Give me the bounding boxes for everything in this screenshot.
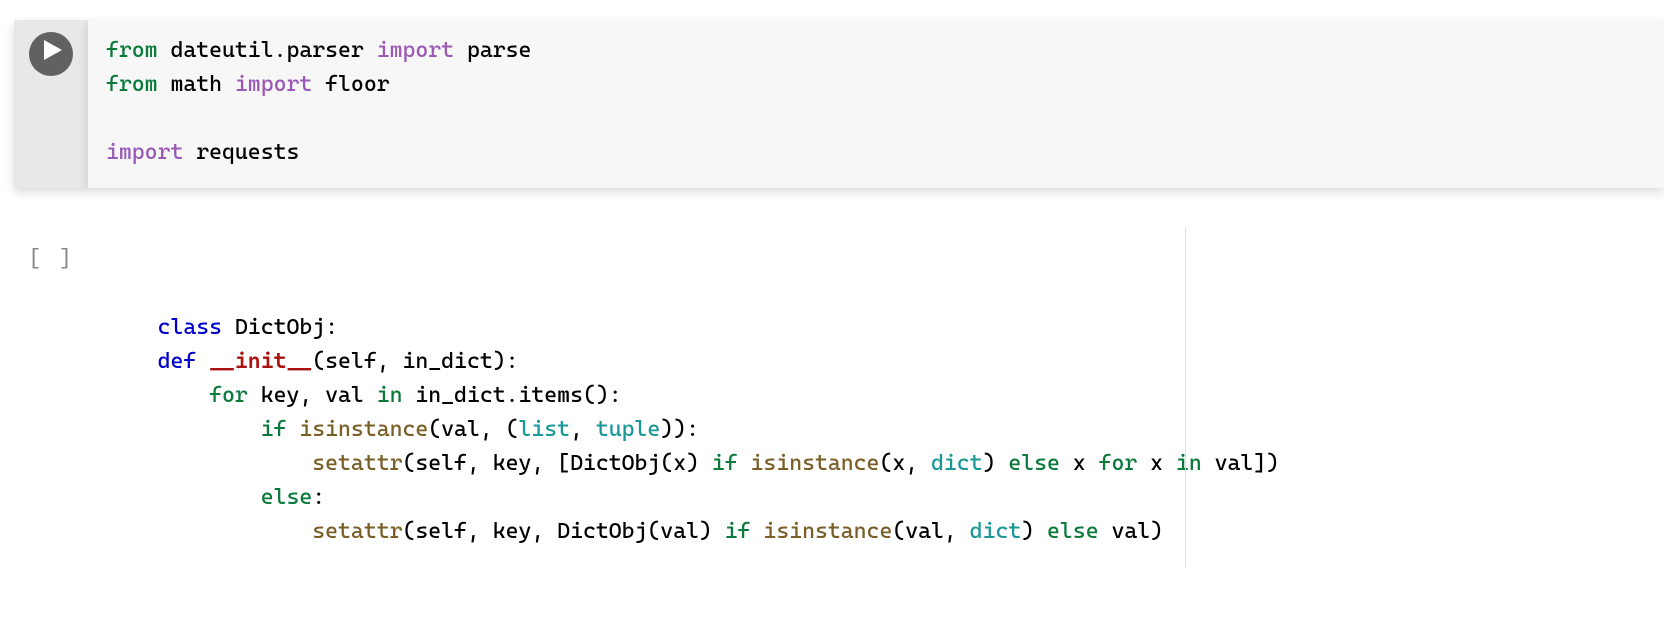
code-token: if (725, 519, 751, 544)
code-token: dateutil (158, 38, 274, 63)
code-token: from (106, 72, 158, 97)
code-token (196, 349, 209, 374)
code-token: self, key, DictObj(val) (415, 519, 724, 544)
code-token: (val, ( (428, 417, 518, 442)
code-token: )): (660, 417, 699, 442)
code-token: import (106, 140, 183, 165)
code-token: in_dict.items(): (402, 383, 621, 408)
code-token: in (377, 383, 403, 408)
notebook: from dateutil.parser import parse from m… (0, 0, 1664, 627)
ruler-line (1185, 228, 1186, 567)
code-token: ( (402, 519, 415, 544)
code-token: if (712, 451, 738, 476)
code-token: tuple (596, 417, 660, 442)
code-cell[interactable]: [ ] class DictObj: def __init__(self, in… (14, 228, 1664, 567)
code-token: parser (286, 38, 376, 63)
code-token: isinstance (751, 451, 880, 476)
code-token (106, 485, 261, 510)
code-token: DictObj: (222, 315, 338, 340)
code-token: math (158, 72, 235, 97)
code-token: ( (402, 451, 415, 476)
code-token: import (235, 72, 312, 97)
code-token: for (209, 383, 248, 408)
code-token: key, val (248, 383, 377, 408)
code-token: dict (931, 451, 983, 476)
code-token (106, 417, 261, 442)
code-token: setattr (312, 519, 402, 544)
code-editor[interactable]: class DictObj: def __init__(self, in_dic… (88, 228, 1664, 567)
code-token: . (274, 38, 287, 63)
code-token: val) (1099, 519, 1163, 544)
code-token: for (1099, 451, 1138, 476)
code-token (106, 451, 312, 476)
code-token: isinstance (299, 417, 428, 442)
code-token: dict (970, 519, 1022, 544)
code-token: val]) (1202, 451, 1279, 476)
code-token (106, 383, 209, 408)
exec-count: [ ] (28, 240, 74, 276)
cell-gutter: [ ] (14, 228, 88, 276)
code-token (286, 417, 299, 442)
code-token: x (1137, 451, 1176, 476)
code-token: import (377, 38, 454, 63)
play-icon (41, 37, 62, 71)
code-token: ) (1021, 519, 1047, 544)
code-token: __init__ (209, 349, 312, 374)
code-token: ( (312, 349, 325, 374)
code-editor[interactable]: from dateutil.parser import parse from m… (88, 20, 1664, 188)
code-token: class (158, 315, 222, 340)
code-token: def (158, 349, 197, 374)
code-token (106, 349, 158, 374)
code-token: , (570, 417, 596, 442)
code-token (751, 519, 764, 544)
code-token: else (1047, 519, 1099, 544)
code-token: (x, (879, 451, 931, 476)
code-token: self, in_dict): (325, 349, 518, 374)
run-button[interactable] (29, 32, 73, 76)
code-token: if (261, 417, 287, 442)
code-token (738, 451, 751, 476)
code-token: isinstance (763, 519, 892, 544)
code-token: (val, (892, 519, 969, 544)
code-token: in (1176, 451, 1202, 476)
code-token: self, key, [DictObj(x) (415, 451, 711, 476)
code-token: setattr (312, 451, 402, 476)
code-token: floor (312, 72, 389, 97)
code-token (106, 519, 312, 544)
cell-gutter (14, 20, 88, 188)
code-token: list (519, 417, 571, 442)
code-token: x (1060, 451, 1099, 476)
code-cell[interactable]: from dateutil.parser import parse from m… (14, 20, 1664, 188)
code-token: parse (454, 38, 531, 63)
code-token: : (312, 485, 325, 510)
code-token: ) (983, 451, 1009, 476)
code-token: else (1008, 451, 1060, 476)
code-token: requests (183, 140, 299, 165)
code-token: else (261, 485, 313, 510)
code-token: from (106, 38, 158, 63)
